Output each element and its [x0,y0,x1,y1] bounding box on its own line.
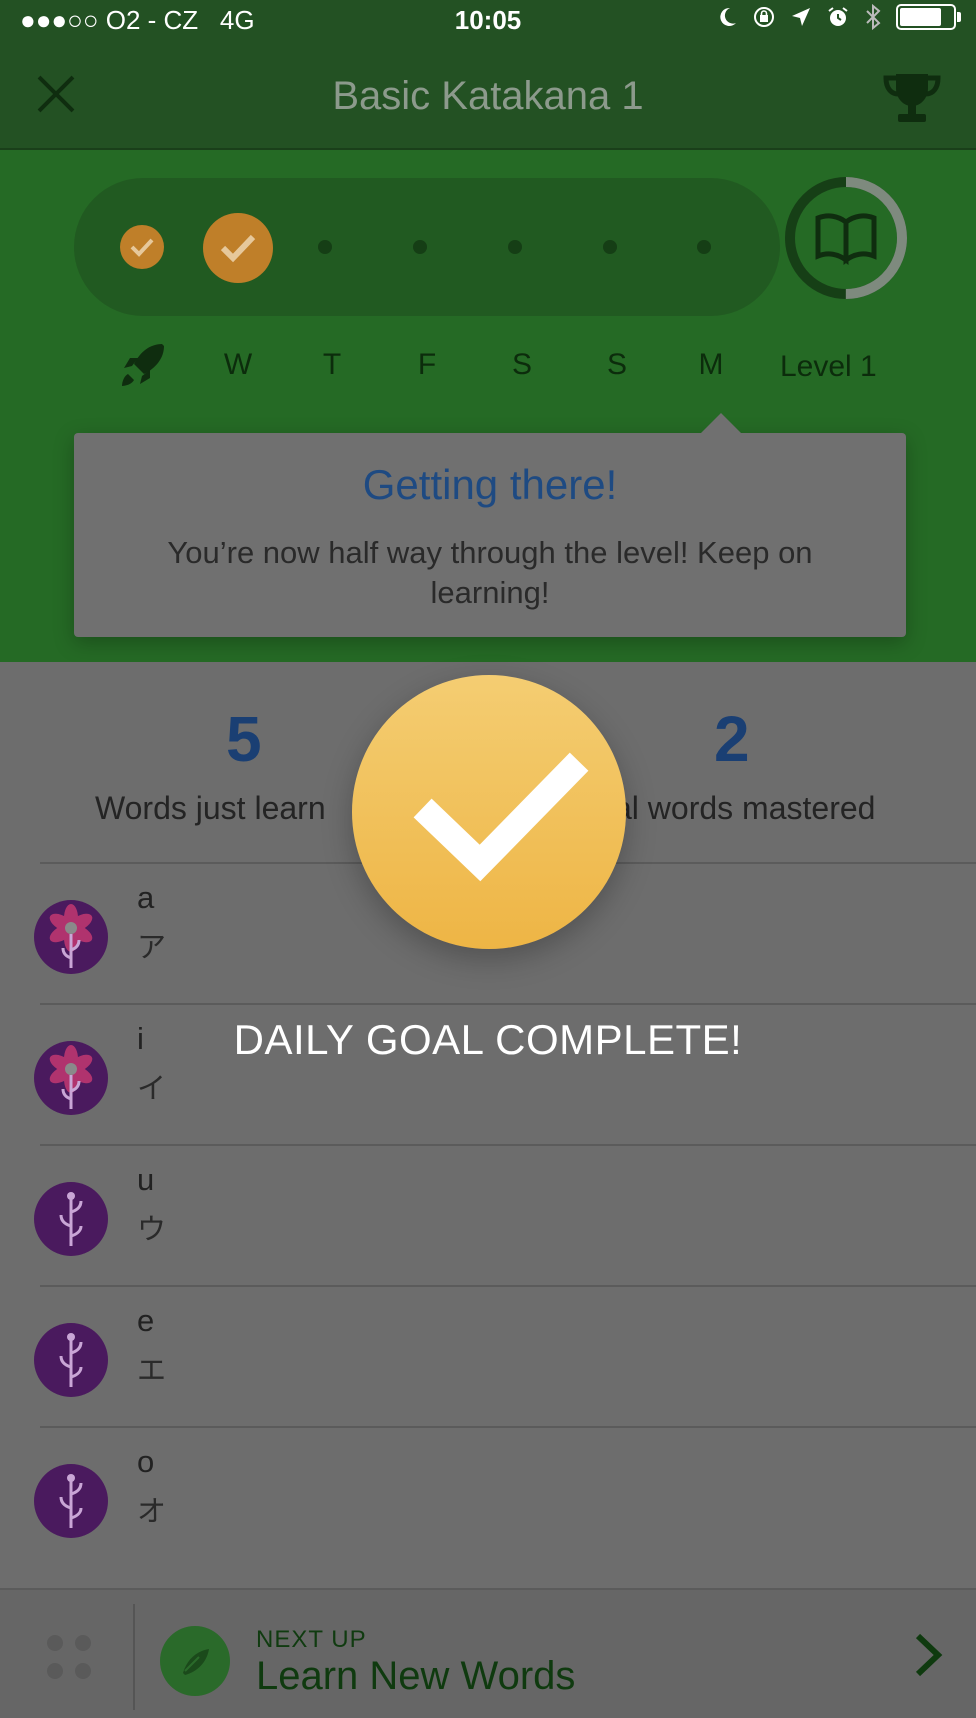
goal-complete-message: DAILY GOAL COMPLETE! [233,1016,743,1063]
moon-icon [720,7,736,26]
day-label: M [698,348,724,381]
divider [40,1003,976,1005]
rocket-icon [122,344,164,386]
divider [40,1285,976,1287]
list-item[interactable]: u ウ [0,1144,976,1284]
book-icon [815,213,877,265]
check-icon [220,234,256,263]
location-icon [792,8,810,26]
list-item[interactable]: e エ [0,1285,976,1425]
progress-panel: W T F S S M Level 1 Getting there! You’r… [0,150,976,662]
battery-fill [900,8,941,26]
day-pending-dot [697,240,711,254]
checkmark-icon [413,752,589,882]
status-bar: ●●●○○ O2 - CZ 4G 10:05 [0,0,976,40]
goal-complete-badge [352,675,626,949]
trophy-icon[interactable] [882,70,942,126]
list-item[interactable]: o オ [0,1426,976,1566]
bottom-bar: NEXT UP Learn New Words [0,1588,976,1718]
progress-tooltip: Getting there! You’re now half way throu… [74,413,906,637]
day-label: F [417,348,437,381]
check-icon [130,238,154,257]
day-pending-dot [318,240,332,254]
level-label: Level 1 [780,350,877,383]
page-title: Basic Katakana 1 [332,74,644,118]
weekly-progress-track [74,178,780,316]
level-progress-ring[interactable] [782,174,910,302]
day-label: T [322,348,342,381]
divider [40,1426,976,1428]
bluetooth-icon [866,4,881,30]
grid-menu-icon[interactable] [46,1634,92,1680]
kana-text: イ [137,1073,167,1105]
status-icons [716,4,961,30]
day-complete-marker [203,213,273,283]
chevron-right-icon[interactable] [912,1632,946,1678]
tooltip-body: You’re now half way through the level! K… [167,535,813,610]
top-bar: Basic Katakana 1 [0,40,976,150]
day-label: W [223,348,253,381]
next-session-button[interactable] [160,1626,230,1696]
alarm-icon [828,7,848,26]
day-pending-dot [603,240,617,254]
word-text: o [137,1444,155,1479]
kana-text: ウ [137,1214,167,1246]
next-up-title[interactable]: Learn New Words [256,1654,575,1699]
day-pending-dot [413,240,427,254]
sprout-icon [34,1182,108,1256]
word-text: e [137,1303,155,1338]
word-text: a [137,880,155,915]
flower-icon [34,900,108,974]
rotation-lock-icon [754,7,774,27]
words-mastered-label: al words mastered [614,790,876,826]
divider [40,1144,976,1146]
seed-icon [183,1649,209,1675]
sprout-icon [34,1323,108,1397]
battery-icon [896,4,961,30]
tooltip-title: Getting there! [362,461,618,508]
kana-text: ア [137,932,167,964]
day-label: S [606,348,627,381]
day-complete-marker [120,225,164,269]
words-learned-count: 5 [226,703,262,775]
kana-text: エ [137,1355,167,1387]
day-pending-dot [508,240,522,254]
kana-text: オ [137,1496,167,1528]
day-label: S [511,348,532,381]
next-up-label: NEXT UP [256,1626,367,1653]
divider [133,1604,135,1710]
word-text: u [137,1162,155,1197]
sprout-icon [34,1464,108,1538]
words-learned-label: Words just learn [95,790,326,826]
words-mastered-count: 2 [714,703,750,775]
